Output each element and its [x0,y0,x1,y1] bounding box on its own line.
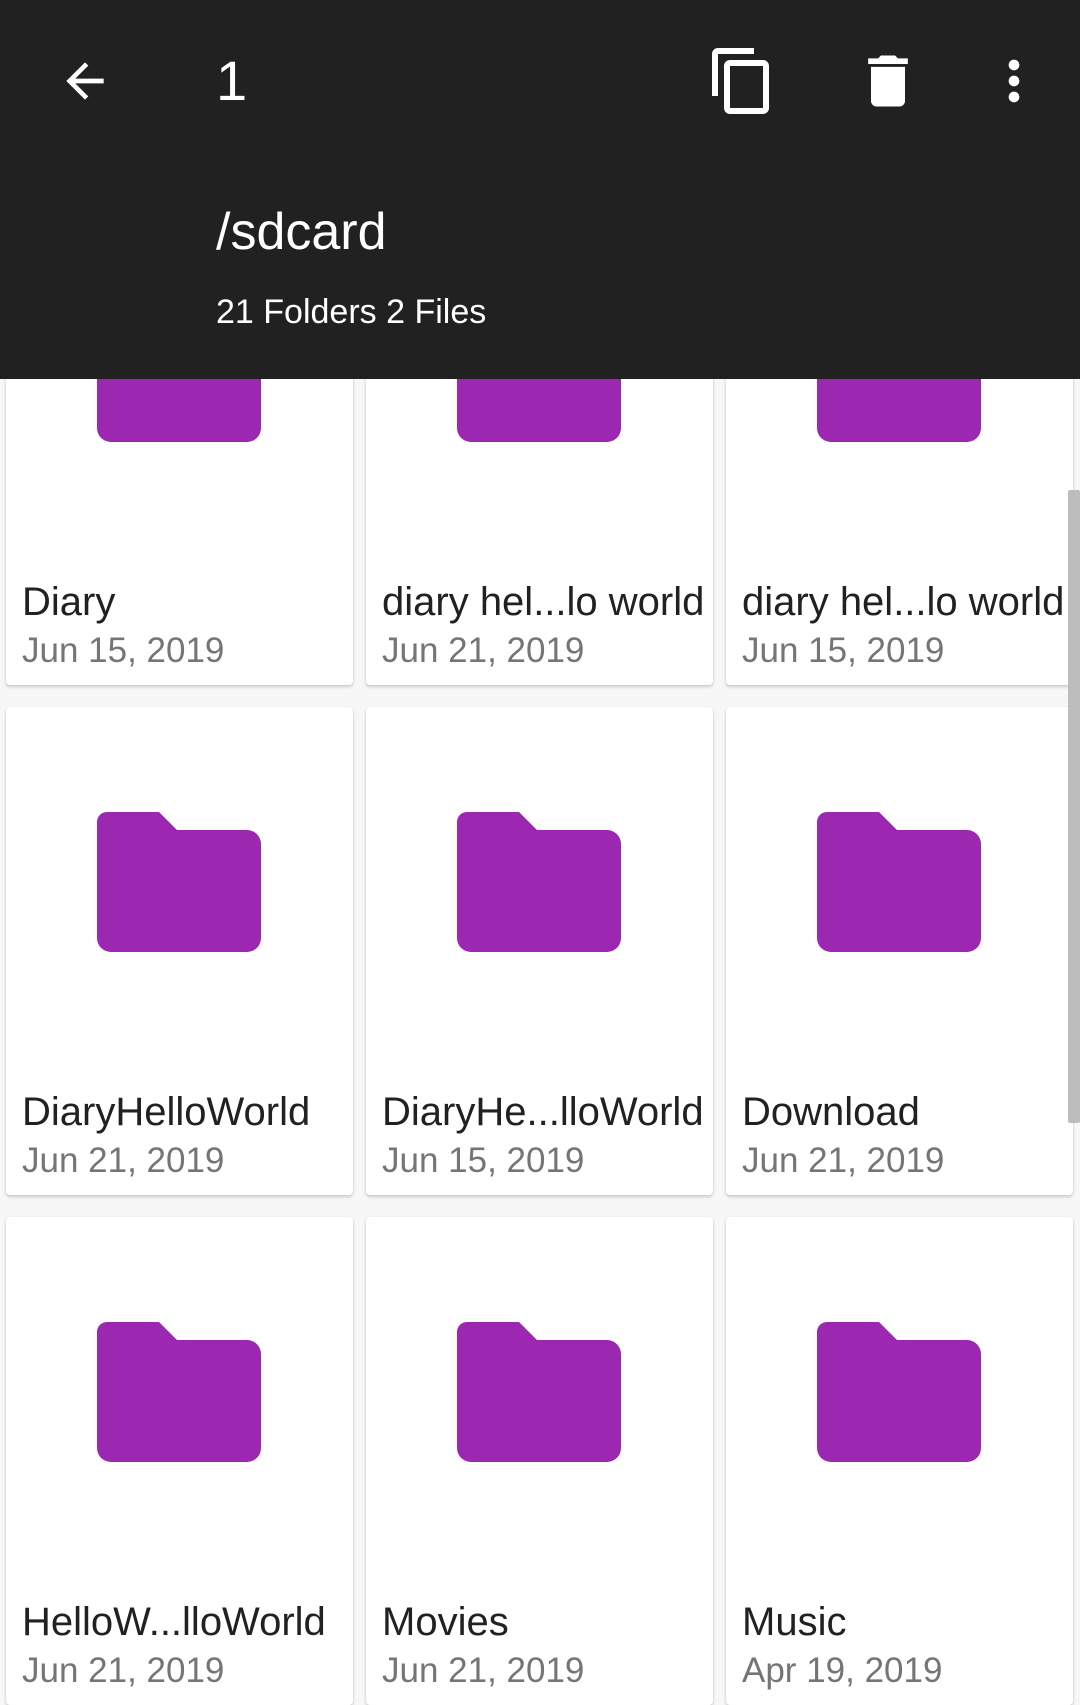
folder-summary: 21 Folders 2 Files [216,293,487,331]
folder-card[interactable]: Music Apr 19, 2019 [726,1217,1073,1705]
current-path: /sdcard [216,203,387,261]
folder-icon [97,812,261,952]
folder-name: HelloW...lloWorld [22,1600,326,1644]
folder-date: Jun 21, 2019 [742,1141,945,1180]
folder-date: Jun 15, 2019 [742,631,945,670]
folder-name: Music [742,1600,847,1644]
more-options-button[interactable] [974,40,1054,122]
folder-date: Jun 21, 2019 [382,631,585,670]
scrollbar[interactable] [1068,490,1080,1123]
folder-name: DiaryHe...lloWorld [382,1090,704,1134]
copy-icon [712,48,769,114]
folder-card[interactable]: DiaryHelloWorld Jun 21, 2019 [6,707,353,1195]
folder-date: Jun 15, 2019 [382,1141,585,1180]
app-bar: 1 /sdcard 21 Folders 2 Files [0,0,1080,379]
folder-icon [817,1322,981,1462]
folder-card[interactable]: HelloW...lloWorld Jun 21, 2019 [6,1217,353,1705]
folder-icon [457,1322,621,1462]
folder-date: Jun 15, 2019 [22,631,225,670]
folder-date: Jun 21, 2019 [22,1141,225,1180]
folder-name: DiaryHelloWorld [22,1090,311,1134]
folder-date: Jun 21, 2019 [22,1651,225,1690]
folder-icon [97,1322,261,1462]
back-button[interactable] [50,40,120,122]
folder-date: Apr 19, 2019 [742,1651,943,1690]
folder-date: Jun 21, 2019 [382,1651,585,1690]
delete-icon [868,55,908,107]
folder-card[interactable]: Download Jun 21, 2019 [726,707,1073,1195]
arrow-back-icon [66,62,104,100]
folder-name: Diary [22,580,116,624]
folder-name: diary hel...lo world [382,580,705,624]
more-vert-icon [1008,59,1020,103]
folder-icon [457,812,621,952]
folder-name: diary hel...lo world [742,580,1065,624]
selection-count: 1 [216,49,248,112]
folder-icon [817,812,981,952]
delete-button[interactable] [848,40,928,122]
folder-name: Download [742,1090,920,1134]
copy-button[interactable] [702,40,782,122]
folder-name: Movies [382,1600,509,1644]
folder-card[interactable]: DiaryHe...lloWorld Jun 15, 2019 [366,707,713,1195]
folder-card[interactable]: Movies Jun 21, 2019 [366,1217,713,1705]
